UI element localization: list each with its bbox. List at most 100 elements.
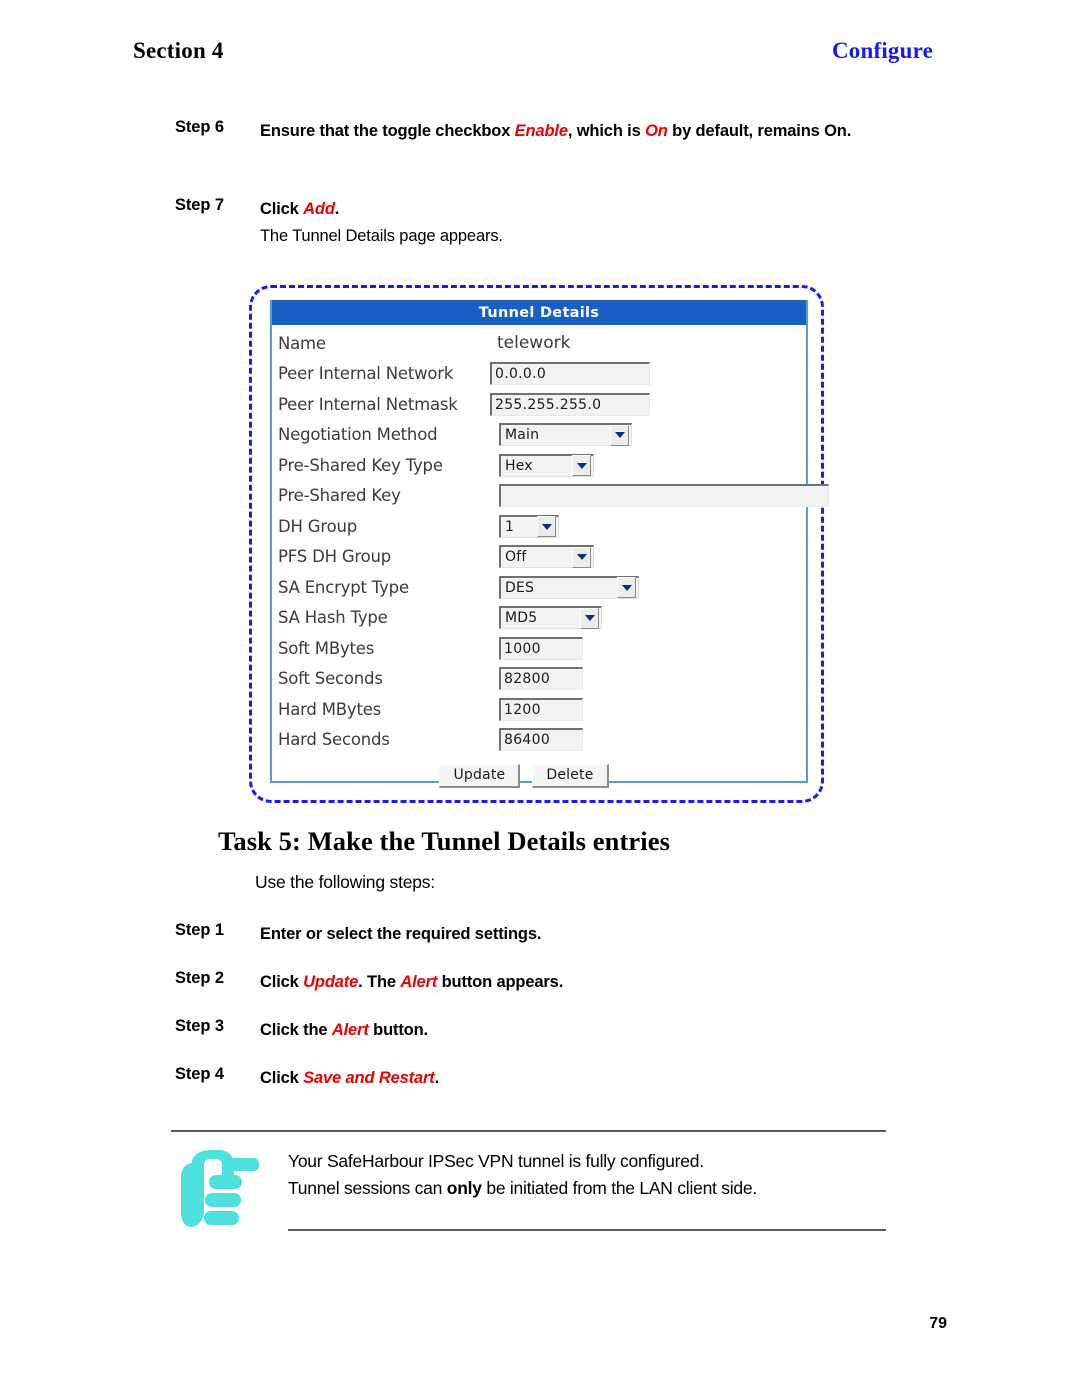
field-col-hard-seconds: 86400 <box>490 728 806 752</box>
input-peer-internal-netmask[interactable]: 255.255.255.0 <box>490 392 650 416</box>
step-6-text-0: Ensure that the toggle checkbox <box>260 122 515 140</box>
task-step-4-text-2: . <box>434 1069 440 1087</box>
form-row-dh-group: DH Group 1 <box>278 511 806 542</box>
label-peer-internal-network: Peer Internal Network <box>278 364 454 384</box>
input-hard-mbytes[interactable]: 1200 <box>499 697 583 721</box>
select-value-pfs-dh-group: Off <box>505 549 527 566</box>
label-soft-seconds: Soft Seconds <box>278 669 383 689</box>
task-step-4-emphasis-1: Save and Restart <box>303 1069 435 1087</box>
chevron-down-icon[interactable] <box>617 577 636 599</box>
label-hard-mbytes: Hard MBytes <box>278 699 382 719</box>
chevron-down-glyph <box>541 523 552 530</box>
select-value-sa-hash-type: MD5 <box>505 610 538 627</box>
chevron-down-glyph <box>621 584 632 591</box>
label-dh-group: DH Group <box>278 516 357 536</box>
update-button[interactable]: Update <box>439 764 521 788</box>
note-line-2-emphasis: only <box>446 1178 482 1198</box>
tunnel-details-figure: Tunnel Details Name telework Peer Internal… <box>249 285 829 803</box>
task-step-2-body: Click Update. The Alert button appears. <box>260 969 563 996</box>
form-row-soft-seconds: Soft Seconds 82800 <box>278 664 806 695</box>
chevron-down-glyph <box>576 554 587 561</box>
field-col-dh-group: 1 <box>490 514 806 538</box>
form-row-peer-internal-netmask: Peer Internal Netmask 255.255.255.0 <box>278 389 806 420</box>
select-negotiation-method[interactable]: Main <box>499 423 632 447</box>
task-step-3-text-0: Click the <box>260 1021 332 1039</box>
label-pre-shared-key: Pre-Shared Key <box>278 486 401 506</box>
chevron-down-glyph <box>584 615 595 622</box>
note-line-2: Tunnel sessions can only be initiated fr… <box>288 1175 888 1202</box>
label-sa-encrypt-type: SA Encrypt Type <box>278 577 409 597</box>
task-step-1-text-0: Enter or select the required settings. <box>260 925 542 943</box>
input-soft-seconds[interactable]: 82800 <box>499 667 583 691</box>
select-value-sa-encrypt-type: DES <box>505 579 535 596</box>
task-step-3-label: Step 3 <box>175 1017 224 1035</box>
note-rule-bottom <box>288 1229 886 1231</box>
step-7-emphasis-1: Add <box>303 200 335 218</box>
chevron-down-glyph <box>614 432 625 439</box>
field-col-pre-shared-key-type: Hex <box>490 453 806 477</box>
task-step-4-label: Step 4 <box>175 1065 224 1083</box>
step-6-emphasis-1: Enable <box>514 122 568 140</box>
chevron-down-icon[interactable] <box>580 607 599 629</box>
task-step-3-body: Click the Alert button. <box>260 1017 428 1044</box>
field-col-sa-hash-type: MD5 <box>490 606 806 630</box>
label-hard-seconds: Hard Seconds <box>278 730 390 750</box>
task-step-2-text-2: . The <box>358 973 401 991</box>
task-step-4-text-0: Click <box>260 1069 304 1087</box>
select-value-pre-shared-key-type: Hex <box>505 457 533 474</box>
select-pre-shared-key-type[interactable]: Hex <box>499 453 594 477</box>
input-soft-mbytes[interactable]: 1000 <box>499 636 583 660</box>
form-row-soft-mbytes: Soft MBytes 1000 <box>278 633 806 664</box>
chevron-down-glyph <box>576 462 587 469</box>
header-section-label: Section 4 <box>133 38 224 63</box>
select-sa-hash-type[interactable]: MD5 <box>499 606 602 630</box>
task-step-2-emphasis-3: Alert <box>400 973 438 991</box>
task-step-2-emphasis-1: Update <box>303 973 359 991</box>
form-row-name: Name telework <box>278 328 806 359</box>
task-step-3-text-2: button. <box>368 1021 428 1039</box>
step-6-text-4: by default, remains On. <box>667 122 852 140</box>
step-6-body: Ensure that the toggle checkbox Enable, … <box>260 118 851 145</box>
task-intro-text: Use the following steps: <box>255 872 436 892</box>
value-name: telework <box>497 333 571 354</box>
step-7-text-2: . <box>334 200 340 218</box>
input-pre-shared-key[interactable] <box>499 484 829 508</box>
chevron-down-icon[interactable] <box>537 516 556 538</box>
dialog-button-row: Update Delete <box>272 764 806 788</box>
field-col-negotiation-method: Main <box>490 423 806 447</box>
select-pfs-dh-group[interactable]: Off <box>499 545 594 569</box>
form-row-sa-encrypt-type: SA Encrypt Type DES <box>278 572 806 603</box>
header-chapter-label: Configure <box>831 38 933 63</box>
field-col-pfs-dh-group: Off <box>490 545 806 569</box>
input-peer-internal-network[interactable]: 0.0.0.0 <box>490 362 650 386</box>
label-negotiation-method: Negotiation Method <box>278 425 438 445</box>
chevron-down-icon[interactable] <box>572 455 591 477</box>
select-dh-group[interactable]: 1 <box>499 514 559 538</box>
dialog-title-text: Tunnel Details <box>478 304 600 321</box>
tunnel-details-dialog: Tunnel Details Name telework Peer Internal… <box>270 300 829 788</box>
input-hard-seconds[interactable]: 86400 <box>499 728 583 752</box>
field-col-soft-mbytes: 1000 <box>490 636 806 660</box>
field-col-soft-seconds: 82800 <box>490 667 806 691</box>
task-step-3-emphasis-1: Alert <box>331 1021 369 1039</box>
note-text: Your SafeHarbour IPSec VPN tunnel is ful… <box>288 1148 888 1202</box>
chevron-down-icon[interactable] <box>572 546 591 568</box>
chevron-down-icon[interactable] <box>610 424 629 446</box>
step-7-body: Click Add. <box>260 196 339 223</box>
form-row-pre-shared-key-type: Pre-Shared Key Type Hex <box>278 450 806 481</box>
delete-button[interactable]: Delete <box>532 764 609 788</box>
select-sa-encrypt-type[interactable]: DES <box>499 575 639 599</box>
label-pfs-dh-group: PFS DH Group <box>278 547 392 567</box>
step-7-subtext: The Tunnel Details page appears. <box>260 227 503 245</box>
page-header: Section 4 Configure <box>133 38 933 72</box>
label-name: Name <box>278 333 326 353</box>
form-row-sa-hash-type: SA Hash Type MD5 <box>278 603 806 634</box>
task-step-2-text-0: Click <box>260 973 304 991</box>
field-col-sa-encrypt-type: DES <box>490 575 806 599</box>
field-col-pre-shared-key <box>490 484 829 508</box>
form-row-pre-shared-key: Pre-Shared Key <box>278 481 829 512</box>
form-row-negotiation-method: Negotiation Method Main <box>278 420 806 451</box>
label-pre-shared-key-type: Pre-Shared Key Type <box>278 455 443 475</box>
step-7-text-0: Click <box>260 200 304 218</box>
form-row-pfs-dh-group: PFS DH Group Off <box>278 542 806 573</box>
